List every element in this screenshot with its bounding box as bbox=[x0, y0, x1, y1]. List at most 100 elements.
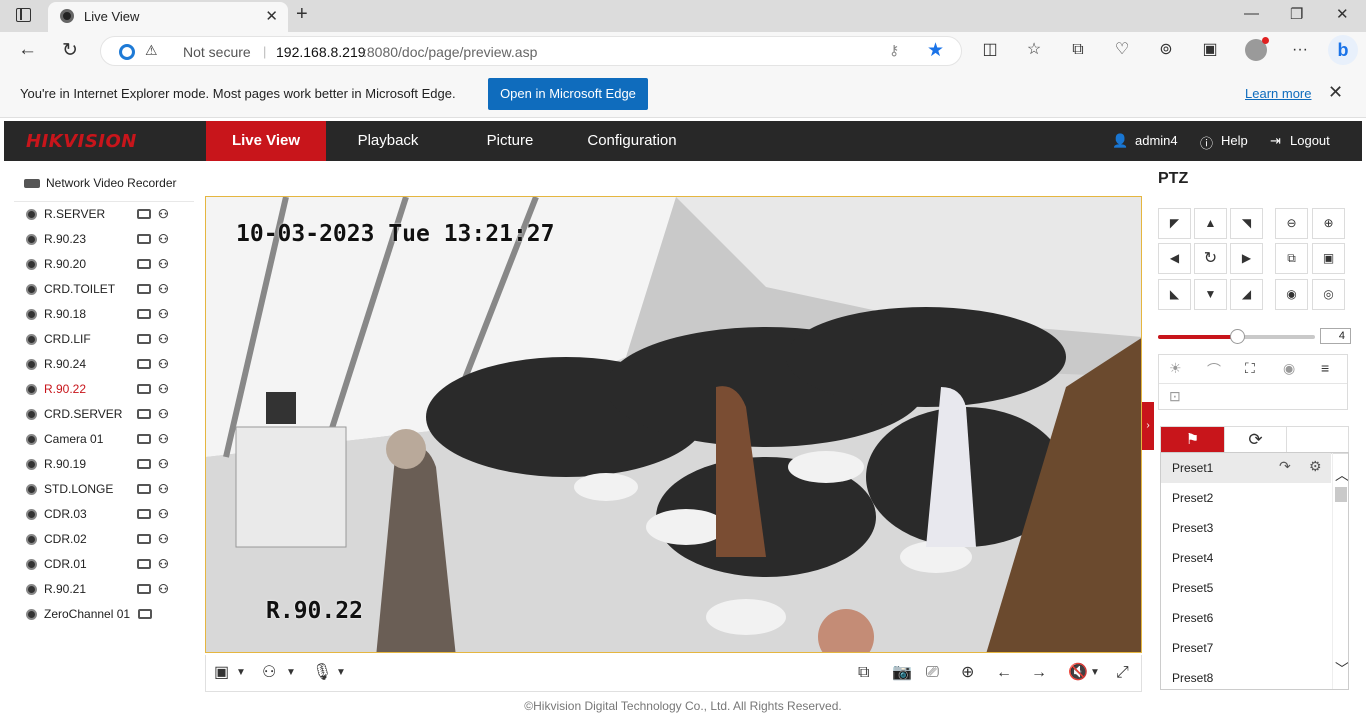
ptz-down-right-button[interactable]: ◢ bbox=[1230, 279, 1263, 310]
zoom-out-icon[interactable]: ⊖ bbox=[1275, 208, 1308, 239]
camera-item[interactable]: Camera 01 ⚇ bbox=[14, 427, 194, 452]
scroll-down-icon[interactable]: ﹀ bbox=[1335, 659, 1348, 679]
camera-item[interactable]: STD.LONGE ⚇ bbox=[14, 477, 194, 502]
ptz-down-button[interactable]: ▼ bbox=[1194, 279, 1227, 310]
camera-item[interactable]: CRD.SERVER ⚇ bbox=[14, 402, 194, 427]
url-host[interactable]: 192.168.8.219 bbox=[276, 44, 366, 60]
audio-dropdown-icon[interactable]: ▼ bbox=[336, 663, 346, 683]
open-in-edge-button[interactable]: Open in Microsoft Edge bbox=[488, 78, 648, 110]
start-live-icon[interactable] bbox=[137, 334, 151, 344]
set-preset-icon[interactable]: ⚙ bbox=[1309, 458, 1322, 475]
next-page-icon[interactable]: → bbox=[1031, 663, 1047, 683]
stream-select-icon[interactable]: ⚇ bbox=[158, 407, 174, 421]
favorite-star-icon[interactable]: ★ bbox=[927, 39, 944, 62]
close-tab-icon[interactable]: ✕ bbox=[265, 7, 278, 25]
stream-select-icon[interactable]: ⚇ bbox=[158, 507, 174, 521]
stream-select-icon[interactable]: ⚇ bbox=[158, 282, 174, 296]
stop-all-icon[interactable]: ⧉ bbox=[858, 663, 869, 683]
layout-dropdown-icon[interactable]: ▼ bbox=[236, 663, 246, 683]
wiper-icon[interactable]: ⌒ bbox=[1207, 360, 1221, 380]
window-layout-icon[interactable]: ▣ bbox=[214, 663, 229, 683]
camera-item[interactable]: CDR.01 ⚇ bbox=[14, 552, 194, 577]
preset-scrollbar[interactable]: ︿ ﹀ bbox=[1332, 453, 1348, 689]
camera-item[interactable]: CDR.02 ⚇ bbox=[14, 527, 194, 552]
back-icon[interactable]: ← bbox=[18, 39, 37, 61]
camera-item[interactable]: CRD.LIF ⚇ bbox=[14, 327, 194, 352]
stream-select-icon[interactable]: ⚇ bbox=[158, 207, 174, 221]
tab-patrol[interactable]: ⟳ bbox=[1224, 427, 1287, 453]
minimize-icon[interactable]: — bbox=[1244, 5, 1259, 22]
ptz-up-left-button[interactable]: ◤ bbox=[1158, 208, 1191, 239]
capture-icon[interactable]: 📷 bbox=[892, 663, 912, 683]
copilot-icon[interactable]: b bbox=[1328, 35, 1358, 65]
help-icon[interactable]: ⓘ bbox=[1200, 133, 1213, 152]
extension-icon[interactable]: ⊚ bbox=[1156, 40, 1176, 60]
start-live-icon[interactable] bbox=[137, 509, 151, 519]
start-live-icon[interactable] bbox=[137, 459, 151, 469]
tab-preset[interactable]: ⚑ bbox=[1161, 427, 1224, 453]
logout-icon[interactable]: ⇥ bbox=[1270, 133, 1281, 149]
start-live-icon[interactable] bbox=[137, 584, 151, 594]
refresh-icon[interactable]: ↻ bbox=[62, 39, 78, 62]
camera-item[interactable]: R.90.19 ⚇ bbox=[14, 452, 194, 477]
iris-close-icon[interactable]: ◎ bbox=[1312, 279, 1345, 310]
camera-item[interactable]: R.SERVER ⚇ bbox=[14, 202, 194, 227]
auxiliary-focus-icon[interactable]: ⛶ bbox=[1245, 360, 1255, 377]
stream-select-icon[interactable]: ⚇ bbox=[158, 307, 174, 321]
speed-slider-handle[interactable] bbox=[1229, 329, 1245, 344]
username[interactable]: admin4 bbox=[1135, 133, 1178, 148]
nav-playback[interactable]: Playback bbox=[326, 121, 450, 161]
start-live-icon[interactable] bbox=[137, 534, 151, 544]
stream-select-icon[interactable]: ⚇ bbox=[158, 382, 174, 396]
favorites-icon[interactable]: ☆ bbox=[1024, 40, 1044, 60]
stream-dropdown-icon[interactable]: ▼ bbox=[286, 663, 296, 683]
learn-more-link[interactable]: Learn more bbox=[1245, 86, 1311, 101]
preset-item[interactable]: Preset5 bbox=[1161, 573, 1331, 603]
nav-picture[interactable]: Picture bbox=[450, 121, 570, 161]
call-preset-icon[interactable]: ↷ bbox=[1279, 458, 1291, 475]
ptz-auto-rotate-button[interactable]: ↻ bbox=[1194, 243, 1227, 274]
light-icon[interactable]: ☀ bbox=[1169, 360, 1182, 377]
start-live-icon[interactable] bbox=[137, 559, 151, 569]
sidebar-icon[interactable]: ▣ bbox=[1200, 40, 1220, 60]
security-status[interactable]: Not secure bbox=[183, 44, 251, 60]
focus-near-icon[interactable]: ⧉ bbox=[1275, 243, 1308, 274]
start-live-icon[interactable] bbox=[137, 484, 151, 494]
camera-item[interactable]: R.90.18 ⚇ bbox=[14, 302, 194, 327]
ptz-right-button[interactable]: ▶ bbox=[1230, 243, 1263, 274]
camera-item[interactable]: R.90.21 ⚇ bbox=[14, 577, 194, 602]
stream-select-icon[interactable]: ⚇ bbox=[158, 582, 174, 596]
digital-zoom-icon[interactable]: ⊕ bbox=[961, 663, 974, 683]
preset-item[interactable]: Preset6 bbox=[1161, 603, 1331, 633]
camera-item[interactable]: ZeroChannel 01 bbox=[14, 602, 194, 627]
camera-item[interactable]: R.90.24 ⚇ bbox=[14, 352, 194, 377]
profile-avatar[interactable] bbox=[1245, 37, 1269, 61]
camera-item[interactable]: R.90.22 ⚇ bbox=[14, 377, 194, 402]
stream-select-icon[interactable]: ⚇ bbox=[158, 482, 174, 496]
scroll-up-icon[interactable]: ︿ bbox=[1335, 465, 1348, 485]
stream-select-icon[interactable]: ⚇ bbox=[158, 257, 174, 271]
start-live-icon[interactable] bbox=[137, 384, 151, 394]
volume-dropdown-icon[interactable]: ▼ bbox=[1090, 663, 1100, 683]
mute-icon[interactable]: 🔇 bbox=[1068, 663, 1088, 683]
more-functions-icon[interactable]: ≡ bbox=[1321, 360, 1329, 376]
preset-item[interactable]: Preset8 bbox=[1161, 663, 1331, 689]
camera-item[interactable]: R.90.20 ⚇ bbox=[14, 252, 194, 277]
live-video-window[interactable]: 10-03-2023 Tue 13:21:27 R.90.22 bbox=[205, 196, 1142, 653]
start-live-icon[interactable] bbox=[137, 209, 151, 219]
lens-init-icon[interactable]: ◉ bbox=[1283, 360, 1295, 377]
collections-icon[interactable]: ⧉ bbox=[1068, 40, 1088, 60]
camera-item[interactable]: CDR.03 ⚇ bbox=[14, 502, 194, 527]
nav-live-view[interactable]: Live View bbox=[206, 121, 326, 161]
stream-select-icon[interactable]: ⚇ bbox=[158, 457, 174, 471]
start-live-icon[interactable] bbox=[137, 309, 151, 319]
ptz-speed-slider[interactable] bbox=[1158, 329, 1315, 344]
password-key-icon[interactable]: ⚷ bbox=[889, 42, 899, 59]
start-live-icon[interactable] bbox=[137, 359, 151, 369]
ptz-left-button[interactable]: ◀ bbox=[1158, 243, 1191, 274]
ptz-down-left-button[interactable]: ◣ bbox=[1158, 279, 1191, 310]
device-root[interactable]: Network Video Recorder bbox=[24, 176, 177, 190]
preset-item[interactable]: Preset1 ↷ ⚙ bbox=[1161, 453, 1331, 483]
start-live-icon[interactable] bbox=[137, 284, 151, 294]
3d-positioning-icon[interactable]: ⊡ bbox=[1169, 388, 1181, 405]
